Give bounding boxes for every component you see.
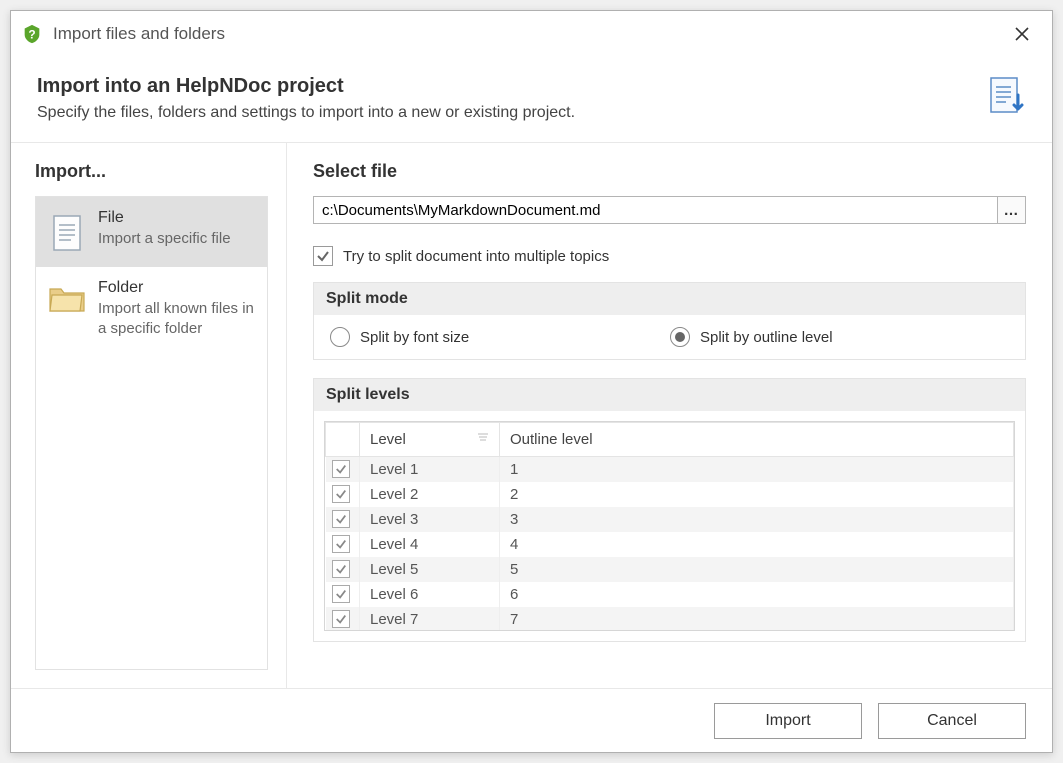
main-panel: Select file … Try to split document into… [287,143,1052,688]
sidebar-list: File Import a specific file Folder Impor… [35,196,268,670]
row-level: Level 1 [360,457,500,482]
row-outline: 3 [500,507,1014,532]
check-icon [335,488,347,500]
app-icon: ? [21,23,43,45]
header-subtitle: Specify the files, folders and settings … [37,104,976,122]
row-level: Level 3 [360,507,500,532]
check-icon [335,463,347,475]
radio-label: Split by font size [360,329,469,346]
check-icon [335,513,347,525]
row-checkbox[interactable] [332,585,350,603]
row-checkbox[interactable] [332,560,350,578]
cancel-button[interactable]: Cancel [878,703,1026,739]
sort-icon [477,431,489,445]
row-level: Level 4 [360,532,500,557]
row-outline: 6 [500,582,1014,607]
sidebar-item-title: Folder [98,279,257,297]
check-icon [335,588,347,600]
row-outline: 5 [500,557,1014,582]
sidebar-item-file[interactable]: File Import a specific file [36,197,267,267]
col-level-header[interactable]: Level [360,423,500,457]
import-document-icon [986,75,1026,117]
row-checkbox[interactable] [332,510,350,528]
check-icon [335,538,347,550]
radio-split-outline-level[interactable]: Split by outline level [670,327,970,347]
split-levels-table[interactable]: Level Outline level [325,422,1014,630]
table-row[interactable]: Level 33 [326,507,1014,532]
split-checkbox-label: Try to split document into multiple topi… [343,248,609,265]
ellipsis-icon: … [1004,202,1020,219]
sidebar-title: Import... [35,161,268,182]
row-checkbox-cell[interactable] [326,507,360,532]
header: Import into an HelpNDoc project Specify … [11,57,1052,143]
row-checkbox[interactable] [332,610,350,628]
select-file-label: Select file [313,161,1026,182]
sidebar: Import... File Import a s [11,143,287,688]
browse-button[interactable]: … [998,196,1026,224]
table-row[interactable]: Level 22 [326,482,1014,507]
row-checkbox-cell[interactable] [326,582,360,607]
window-title: Import files and folders [53,24,225,44]
row-checkbox-cell[interactable] [326,607,360,631]
row-checkbox-cell[interactable] [326,557,360,582]
split-checkbox-row[interactable]: Try to split document into multiple topi… [313,246,1026,266]
split-levels-group: Split levels Level [313,378,1026,642]
row-outline: 4 [500,532,1014,557]
dialog-window: ? Import files and folders Import into a… [10,10,1053,753]
row-level: Level 5 [360,557,500,582]
check-icon [335,563,347,575]
row-checkbox-cell[interactable] [326,457,360,482]
radio-split-font-size[interactable]: Split by font size [330,327,630,347]
col-outline-header[interactable]: Outline level [500,423,1014,457]
file-path-input[interactable] [313,196,998,224]
sidebar-item-folder[interactable]: Folder Import all known files in a speci… [36,267,267,352]
radio-icon [670,327,690,347]
row-checkbox[interactable] [332,485,350,503]
row-level: Level 6 [360,582,500,607]
titlebar: ? Import files and folders [11,11,1052,57]
split-levels-title: Split levels [314,379,1025,411]
row-checkbox-cell[interactable] [326,482,360,507]
table-row[interactable]: Level 11 [326,457,1014,482]
row-checkbox-cell[interactable] [326,532,360,557]
sidebar-item-title: File [98,209,257,227]
radio-icon [330,327,350,347]
row-checkbox[interactable] [332,535,350,553]
split-checkbox[interactable] [313,246,333,266]
sidebar-item-desc: Import all known files in a specific fol… [98,299,257,338]
close-button[interactable] [1004,16,1040,52]
row-outline: 7 [500,607,1014,631]
radio-label: Split by outline level [700,329,833,346]
svg-text:?: ? [28,28,35,42]
split-mode-group: Split mode Split by font size Split by o… [313,282,1026,360]
table-row[interactable]: Level 55 [326,557,1014,582]
split-mode-title: Split mode [314,283,1025,315]
row-level: Level 7 [360,607,500,631]
import-button[interactable]: Import [714,703,862,739]
check-icon [335,613,347,625]
header-title: Import into an HelpNDoc project [37,75,976,98]
folder-icon [46,279,88,338]
table-row[interactable]: Level 44 [326,532,1014,557]
close-icon [1014,26,1030,42]
row-checkbox[interactable] [332,460,350,478]
row-outline: 1 [500,457,1014,482]
col-check-header[interactable] [326,423,360,457]
row-level: Level 2 [360,482,500,507]
table-row[interactable]: Level 66 [326,582,1014,607]
check-icon [316,249,330,263]
sidebar-item-desc: Import a specific file [98,229,257,249]
row-outline: 2 [500,482,1014,507]
file-icon [46,209,88,253]
footer: Import Cancel [11,688,1052,752]
table-row[interactable]: Level 77 [326,607,1014,631]
